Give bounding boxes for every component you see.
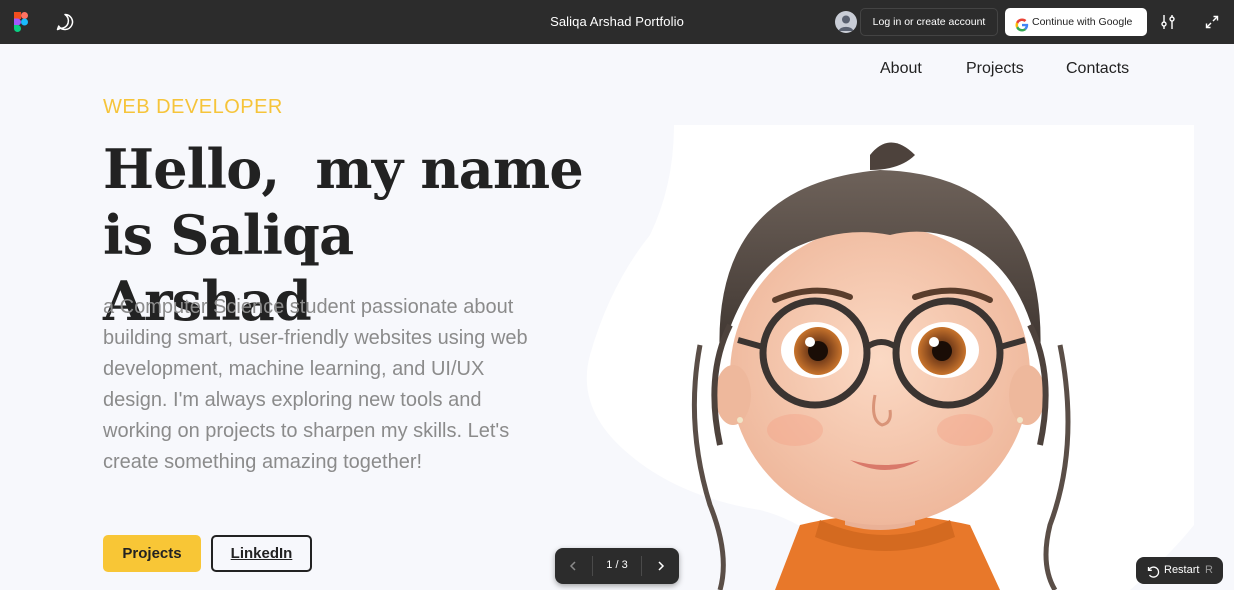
google-icon xyxy=(1015,15,1029,32)
role-eyebrow: WEB DEVELOPER xyxy=(103,96,283,118)
restart-shortcut: R xyxy=(1205,564,1213,576)
portrait-image xyxy=(570,125,1194,590)
figma-logo-icon[interactable] xyxy=(14,12,28,32)
comment-icon[interactable] xyxy=(54,11,76,33)
hero-bio: a Computer Science student passionate ab… xyxy=(103,296,528,473)
google-button-label: Continue with Google xyxy=(1032,16,1133,28)
user-avatar-icon[interactable] xyxy=(835,11,857,33)
nav-about[interactable]: About xyxy=(880,60,922,78)
next-slide-button[interactable] xyxy=(651,556,671,576)
login-button[interactable]: Log in or create account xyxy=(860,8,998,36)
linkedin-button[interactable]: LinkedIn xyxy=(211,535,312,572)
restart-icon xyxy=(1146,563,1160,578)
nav-projects[interactable]: Projects xyxy=(966,60,1024,78)
slide-counter: 1 / 3 xyxy=(606,559,628,571)
prototype-toolbar: Saliqa Arshad Portfolio Log in or create… xyxy=(0,0,1234,44)
slide-divider xyxy=(641,556,642,576)
restart-button[interactable]: Restart R xyxy=(1136,557,1223,584)
projects-button[interactable]: Projects xyxy=(103,535,201,572)
expand-icon[interactable] xyxy=(1203,13,1221,31)
restart-label: Restart xyxy=(1164,564,1200,576)
continue-with-google-button[interactable]: Continue with Google xyxy=(1005,8,1147,36)
headline-line-1: Hello, my name xyxy=(103,137,584,201)
previous-slide-button[interactable] xyxy=(563,556,583,576)
nav-contacts[interactable]: Contacts xyxy=(1066,60,1129,78)
slide-navigator: 1 / 3 xyxy=(555,548,679,584)
settings-sliders-icon[interactable] xyxy=(1158,12,1178,32)
